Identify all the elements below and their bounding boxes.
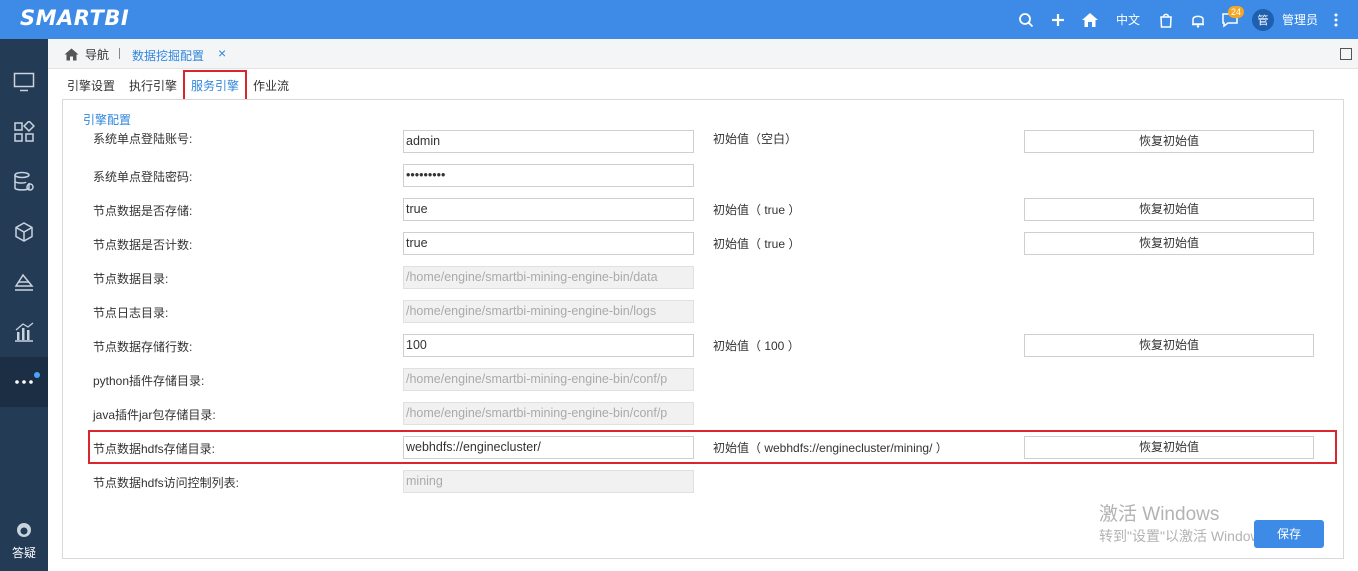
close-tab-icon[interactable]: ×: [218, 45, 226, 61]
headset-icon: [17, 523, 31, 537]
windows-activation-title: 激活 Windows: [1099, 504, 1220, 525]
message-icon[interactable]: 24: [1214, 0, 1246, 39]
row-label: 节点数据hdfs访问控制列表:: [93, 476, 240, 490]
reset-button[interactable]: 恢复初始值: [1024, 130, 1314, 153]
shopping-bag-icon[interactable]: [1150, 0, 1182, 39]
config-row-node-data-dir: 节点数据目录: /home/engine/smartbi-mining-engi…: [63, 266, 1343, 290]
config-row-python-plugin-dir: python插件存储目录: /home/engine/smartbi-minin…: [63, 368, 1343, 392]
active-tab-highlight: [183, 70, 247, 101]
node-count-input[interactable]: true: [403, 232, 694, 255]
row-label: 节点数据是否存储:: [93, 204, 193, 218]
new-dot-indicator: [34, 372, 40, 378]
sso-password-input[interactable]: •••••••••: [403, 164, 694, 187]
search-icon[interactable]: [1010, 0, 1042, 39]
left-sidebar: 答疑: [0, 39, 48, 571]
reset-button[interactable]: 恢复初始值: [1024, 232, 1314, 255]
breadcrumb: 导航 数据挖掘配置 ×: [48, 39, 1358, 69]
row-label: 节点数据存储行数:: [93, 340, 193, 354]
initial-value-text: 初始值（ true ）: [713, 203, 801, 217]
tab-data-mining-config[interactable]: 数据挖掘配置: [132, 47, 204, 64]
language-switch[interactable]: 中文: [1106, 11, 1150, 28]
monitor-icon: [13, 72, 35, 92]
cube-icon: [15, 222, 33, 242]
initial-value-text: 初始值（空白）: [713, 132, 798, 146]
sidebar-item-components[interactable]: [0, 107, 48, 157]
initial-value-text: 初始值（ 100 ）: [713, 339, 800, 353]
config-row-hdfs-acl: 节点数据hdfs访问控制列表: mining: [63, 470, 1343, 494]
nav-home-label: 导航: [85, 48, 110, 62]
breadcrumb-separator: [119, 48, 120, 59]
java-plugin-dir-input: /home/engine/smartbi-mining-engine-bin/c…: [403, 402, 694, 425]
sidebar-item-data-settings[interactable]: [0, 157, 48, 207]
row-label: 系统单点登陆密码:: [93, 170, 193, 184]
notification-badge: 24: [1227, 6, 1244, 18]
layers-icon: [14, 273, 34, 291]
config-row-node-count: 节点数据是否计数: true 初始值（ true ） 恢复初始值: [63, 232, 1343, 256]
sidebar-item-reports[interactable]: [0, 307, 48, 357]
config-row-node-log-dir: 节点日志目录: /home/engine/smartbi-mining-engi…: [63, 300, 1343, 324]
row-label: 节点数据目录:: [93, 272, 169, 286]
tab-workflow[interactable]: 作业流: [253, 77, 289, 94]
python-plugin-dir-input: /home/engine/smartbi-mining-engine-bin/c…: [403, 368, 694, 391]
grid-icon: [14, 121, 35, 142]
home-icon: [64, 48, 79, 61]
help-label: 答疑: [11, 546, 36, 560]
sidebar-item-model[interactable]: [0, 207, 48, 257]
node-store-input[interactable]: true: [403, 198, 694, 221]
sidebar-help[interactable]: 答疑: [0, 521, 48, 561]
tab-execution-engine[interactable]: 执行引擎: [129, 77, 177, 94]
user-avatar[interactable]: 管: [1251, 8, 1274, 31]
hdfs-acl-input: mining: [403, 470, 694, 493]
nav-home-link[interactable]: 导航: [64, 46, 109, 63]
reset-button[interactable]: 恢复初始值: [1024, 334, 1314, 357]
maximize-icon[interactable]: [1340, 48, 1352, 60]
node-rows-input[interactable]: 100: [403, 334, 694, 357]
initial-value-text: 初始值（ true ）: [713, 237, 801, 251]
engine-config-panel: 引擎配置 系统单点登陆账号: admin 初始值（空白） 恢复初始值 系统单点登…: [62, 99, 1344, 559]
section-title: 引擎配置: [83, 113, 132, 127]
node-data-dir-input: /home/engine/smartbi-mining-engine-bin/d…: [403, 266, 694, 289]
add-icon[interactable]: [1042, 0, 1074, 39]
home-icon[interactable]: [1074, 0, 1106, 39]
smartbi-logo[interactable]: SMARTBI: [20, 6, 129, 30]
row-label: java插件jar包存储目录:: [93, 408, 216, 422]
hdfs-row-highlight: [88, 430, 1337, 464]
database-gear-icon: [14, 171, 34, 191]
config-row-sso-account: 系统单点登陆账号: admin 初始值（空白） 恢复初始值: [63, 130, 1343, 154]
top-toolbar: 中文 24 管 管理员: [1010, 0, 1344, 39]
more-horizontal-icon: [15, 380, 33, 384]
config-row-sso-password: 系统单点登陆密码: •••••••••: [63, 164, 1343, 188]
user-name[interactable]: 管理员: [1282, 11, 1318, 28]
sso-account-input[interactable]: admin: [403, 130, 694, 153]
more-vertical-icon[interactable]: [1328, 0, 1344, 39]
tab-engine-settings[interactable]: 引擎设置: [67, 77, 115, 94]
row-label: 节点日志目录:: [93, 306, 169, 320]
row-label: 节点数据是否计数:: [93, 238, 193, 252]
node-log-dir-input: /home/engine/smartbi-mining-engine-bin/l…: [403, 300, 694, 323]
row-label: 系统单点登陆账号:: [93, 132, 193, 146]
row-label: python插件存储目录:: [93, 374, 205, 388]
sidebar-item-monitor[interactable]: [0, 57, 48, 107]
save-button[interactable]: 保存: [1254, 520, 1324, 548]
reset-button[interactable]: 恢复初始值: [1024, 198, 1314, 221]
top-bar: SMARTBI 中文 24 管 管理员: [0, 0, 1358, 39]
bell-icon[interactable]: [1182, 0, 1214, 39]
bar-chart-icon: [15, 322, 34, 342]
sidebar-item-analysis[interactable]: [0, 257, 48, 307]
sidebar-item-more[interactable]: [0, 357, 48, 407]
config-row-node-rows: 节点数据存储行数: 100 初始值（ 100 ） 恢复初始值: [63, 334, 1343, 358]
config-row-node-store: 节点数据是否存储: true 初始值（ true ） 恢复初始值: [63, 198, 1343, 222]
config-row-java-plugin-dir: java插件jar包存储目录: /home/engine/smartbi-min…: [63, 402, 1343, 426]
